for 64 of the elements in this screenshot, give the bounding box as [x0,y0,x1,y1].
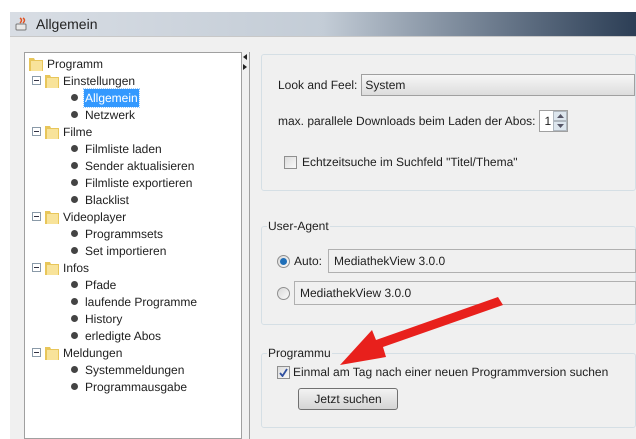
downloads-spinner[interactable]: 1 [539,110,568,132]
tree-item[interactable]: Meldungen [63,344,122,362]
bullet-icon [71,332,78,339]
up-arrow-icon[interactable] [556,114,564,118]
collapse-icon[interactable] [32,212,41,221]
look-and-feel-dropdown[interactable]: System [361,74,635,96]
tree-item[interactable]: Programmsets [84,224,164,242]
bullet-icon [71,281,78,288]
tree-item[interactable]: History [84,310,124,328]
bullet-icon [71,162,78,169]
tree-item[interactable]: Filmliste exportieren [84,174,194,192]
collapse-icon[interactable] [32,348,41,357]
collapse-icon[interactable] [32,263,41,272]
group-title: User-Agent [267,219,330,233]
tree-item[interactable]: Filmliste laden [84,140,163,158]
tree-item[interactable]: Pfade [84,276,118,294]
folder-icon [44,344,60,360]
bullet-icon [71,94,78,101]
user-agent-field[interactable]: MediathekView 3.0.0 [328,249,636,273]
tree-item[interactable]: Sender aktualisieren [84,156,196,174]
bullet-icon [71,383,78,390]
tree-item[interactable]: Blacklist [84,190,130,208]
folder-icon [44,124,60,140]
collapse-icon[interactable] [32,76,41,85]
bullet-icon [71,366,78,373]
tree-item[interactable]: Programmausgabe [84,378,188,396]
look-and-feel-label: Look and Feel: [278,77,358,94]
tree-item[interactable]: erledigte Abos [84,326,162,344]
search-now-button[interactable]: Jetzt suchen [298,388,398,410]
checkbox-label: Echtzeitsuche im Suchfeld "Titel/Thema" [302,154,518,171]
down-arrow-icon[interactable] [556,124,564,128]
radio-button[interactable] [277,254,290,268]
tree-item[interactable]: Set importieren [84,242,168,260]
tree-item[interactable]: Programm [47,54,104,72]
tree-item[interactable]: laufende Programme [84,292,198,310]
checkbox[interactable] [284,156,297,168]
bullet-icon [71,196,78,203]
folder-icon [44,260,60,276]
bullet-icon [71,179,78,186]
bullet-icon [71,247,78,254]
folder-icon [28,56,44,72]
bullet-icon [71,315,78,322]
tree-item[interactable]: Einstellungen [63,72,136,90]
tree-item[interactable]: Infos [63,258,90,276]
bullet-icon [71,298,78,305]
radio-label: Auto: [294,253,322,270]
group-title: Programmu [267,346,332,360]
window-title: Allgemein [36,14,98,34]
bullet-icon [71,111,78,118]
tree-item[interactable]: Systemmeldungen [84,360,186,378]
checkbox-label: Einmal am Tag nach einer neuen Programmversion suchen [293,364,608,381]
checkbox[interactable] [277,366,290,378]
bullet-icon [71,145,78,152]
checkmark-icon [279,368,288,376]
folder-icon [44,208,60,224]
tree-item[interactable]: Netzwerk [84,106,136,124]
radio-button[interactable] [277,286,290,300]
user-agent-field[interactable]: MediathekView 3.0.0 [294,281,636,305]
parallel-downloads-label: max. parallele Downloads beim Laden der Abos: [278,113,536,130]
bullet-icon [71,230,78,237]
tree-item[interactable]: Filme [63,122,92,140]
tree-item[interactable]: Videoplayer [63,208,126,226]
folder-icon [44,72,60,88]
collapse-icon[interactable] [32,127,41,136]
